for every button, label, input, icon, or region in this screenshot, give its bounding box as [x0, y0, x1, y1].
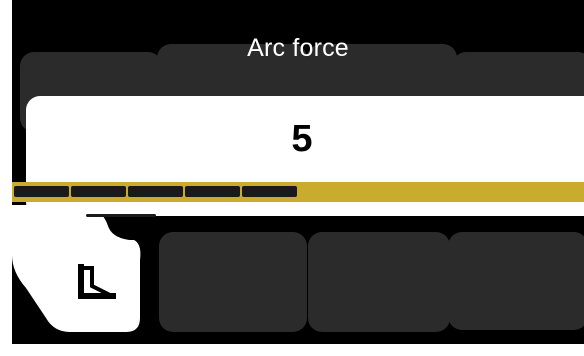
slider-segment	[185, 186, 240, 197]
arc-force-value: 5	[291, 118, 313, 160]
background-tile	[308, 232, 450, 332]
device-screen: Arc force 5	[12, 0, 584, 344]
background-tile	[159, 232, 307, 332]
tab-divider	[86, 214, 156, 217]
background-tile	[448, 232, 584, 330]
slider-segment	[242, 186, 297, 197]
arc-force-icon	[78, 264, 116, 299]
